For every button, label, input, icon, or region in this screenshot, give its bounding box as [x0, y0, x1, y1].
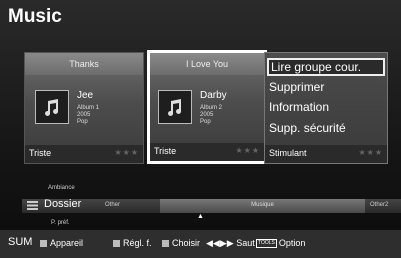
card-header: Thanks	[25, 53, 143, 75]
favorite-label[interactable]: P. préf.	[51, 220, 70, 226]
album-name: Album 1	[77, 105, 100, 111]
menu-item-play-group[interactable]: Lire groupe cour.	[267, 58, 385, 76]
ambiance-label[interactable]: Ambiance	[48, 185, 75, 191]
color-button-icon	[113, 240, 120, 248]
help-appareil: Appareil	[40, 238, 83, 248]
music-note-icon	[45, 99, 59, 116]
music-screen: Music Thanks Jee Album 1 2005 Pop Triste…	[0, 0, 401, 258]
help-appareil-label: Appareil	[50, 238, 84, 248]
category-other[interactable]: Other	[105, 202, 120, 208]
card-footer: Stimulant ★★★	[265, 145, 387, 163]
help-choisir: Choisir	[162, 238, 200, 248]
artist-name: Jee	[77, 90, 94, 101]
track-meta: Album 2 2005 Pop	[200, 105, 222, 126]
help-saut-label: Saut	[236, 238, 255, 248]
track-genre: Pop	[200, 119, 211, 125]
music-note-icon	[168, 99, 182, 116]
help-option-label: Option	[278, 238, 306, 248]
album-art	[35, 90, 69, 124]
track-meta: Album 1 2005 Pop	[77, 105, 99, 126]
sum-label: SUM	[8, 236, 33, 248]
enter-button-icon	[162, 240, 169, 248]
card-footer: Triste ★★★	[150, 143, 264, 161]
help-option: TOOLS Option	[256, 238, 306, 249]
folder-icon	[27, 201, 38, 210]
track-card-thanks[interactable]: Thanks Jee Album 1 2005 Pop Triste ★★★	[24, 52, 144, 164]
menu-item-information[interactable]: Information	[269, 100, 329, 114]
artist-name: Darby	[200, 90, 227, 101]
album-name: Album 2	[200, 105, 223, 111]
menu-item-delete[interactable]: Supprimer	[269, 80, 324, 94]
mood-label: Triste	[29, 148, 52, 158]
tools-icon: TOOLS	[256, 239, 277, 249]
rating-stars: ★★★	[114, 148, 139, 157]
track-genre: Pop	[77, 119, 88, 125]
up-arrow-icon: ▲	[197, 213, 204, 220]
album-art	[158, 90, 192, 124]
options-menu: Lire groupe cour. Supprimer Information …	[264, 52, 388, 164]
color-button-icon	[40, 240, 47, 248]
help-regl: Régl. f.	[113, 238, 152, 248]
category-other2[interactable]: Other2	[370, 202, 388, 208]
mood-label: Triste	[154, 146, 177, 156]
help-saut: ◀◀▶▶ Saut	[206, 238, 255, 249]
page-title: Music	[8, 6, 62, 27]
help-choisir-label: Choisir	[172, 238, 201, 248]
dossier-sort[interactable]: Dossier	[44, 198, 81, 210]
card-footer: Triste ★★★	[25, 145, 143, 163]
card-header: I Love You	[150, 53, 264, 75]
mood-label: Stimulant	[269, 148, 307, 158]
help-regl-label: Régl. f.	[123, 238, 152, 248]
track-year: 2005	[77, 112, 91, 118]
rating-stars: ★★★	[358, 148, 383, 157]
track-year: 2005	[200, 112, 214, 118]
skip-icon: ◀◀▶▶	[206, 238, 237, 248]
rating-stars: ★★★	[235, 146, 260, 155]
category-musique[interactable]: Musique	[160, 199, 365, 213]
menu-item-safe-remove[interactable]: Supp. sécurité	[269, 121, 346, 135]
track-card-i-love-you[interactable]: I Love You Darby Album 2 2005 Pop Triste…	[147, 50, 267, 164]
category-musique-label: Musique	[251, 202, 274, 208]
